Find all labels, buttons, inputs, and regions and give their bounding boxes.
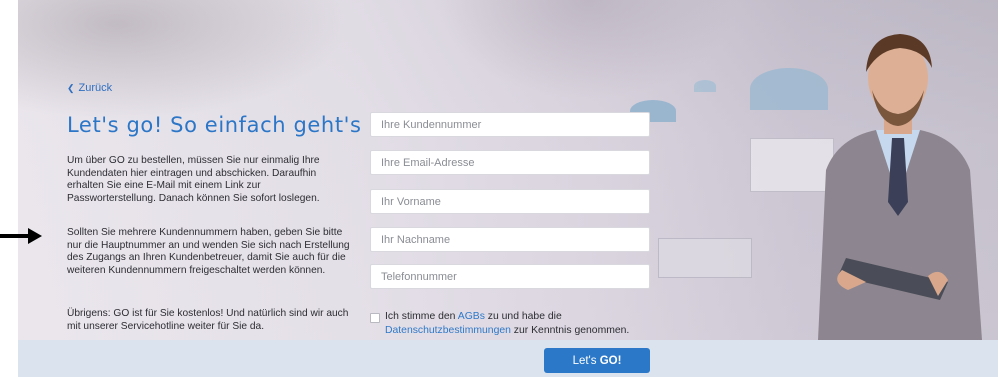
businessman-illustration — [818, 34, 982, 340]
background-haze — [18, 0, 348, 120]
consent-text: Ich stimme den AGBs zu und habe die Date… — [385, 310, 670, 337]
background-haze — [438, 0, 738, 100]
form-footer-bar — [18, 340, 998, 377]
cargo-container-illustration — [658, 238, 752, 278]
phone-input[interactable] — [370, 264, 650, 289]
agb-link[interactable]: AGBs — [458, 311, 485, 322]
page-title: Let's go! So einfach geht's — [67, 113, 362, 137]
parachute-icon — [694, 80, 716, 92]
multiple-numbers-paragraph: Sollten Sie mehrere Kundennummern haben,… — [67, 227, 350, 276]
chevron-left-icon: ❮ — [67, 83, 75, 93]
customer-number-input[interactable] — [370, 112, 650, 137]
consent-text-middle: zu und habe die — [484, 311, 562, 322]
back-link-label: Zurück — [78, 82, 113, 94]
intro-paragraph: Um über GO zu bestellen, müssen Sie nur … — [67, 155, 320, 204]
arrow-right-icon — [0, 228, 42, 244]
submit-label-go: GO! — [599, 354, 622, 367]
email-input[interactable] — [370, 150, 650, 175]
consent-checkbox[interactable] — [370, 313, 380, 323]
back-link[interactable]: ❮ Zurück — [67, 82, 112, 94]
submit-label-prefix: Let's — [572, 354, 600, 367]
last-name-input[interactable] — [370, 227, 650, 252]
first-name-input[interactable] — [370, 189, 650, 214]
free-service-paragraph: Übrigens: GO ist für Sie kostenlos! Und … — [67, 308, 349, 332]
submit-button[interactable]: Let's GO! — [544, 348, 650, 373]
privacy-policy-link[interactable]: Datenschutzbestimmungen — [385, 325, 511, 336]
consent-text-prefix: Ich stimme den — [385, 311, 458, 322]
consent-text-suffix: zur Kenntnis genommen. — [510, 324, 630, 336]
